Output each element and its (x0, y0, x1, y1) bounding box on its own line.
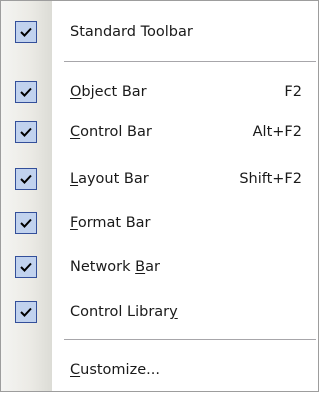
menu-item-control-library[interactable]: Control Library (1, 292, 318, 332)
network-bar-checkbox (15, 256, 37, 278)
menu-item-label: Format Bar (70, 215, 151, 231)
check-icon (20, 262, 32, 272)
control-library-checkbox (15, 301, 37, 323)
view-toolbars-menu: Standard Toolbar Object Bar F2 Control B… (0, 0, 319, 392)
menu-item-standard-toolbar[interactable]: Standard Toolbar (1, 12, 318, 52)
menu-item-label: Standard Toolbar (70, 24, 193, 40)
menu-item-object-bar[interactable]: Object Bar F2 (1, 72, 318, 112)
menu-item-control-bar[interactable]: Control Bar Alt+F2 (1, 112, 318, 152)
menu-item-label: Customize... (70, 362, 160, 378)
control-bar-checkbox (15, 121, 37, 143)
check-icon (20, 87, 32, 97)
menu-item-label: Layout Bar (70, 171, 149, 187)
menu-separator (64, 339, 316, 340)
check-icon (20, 307, 32, 317)
check-icon (20, 127, 32, 137)
menu-item-shortcut: F2 (284, 84, 302, 100)
menu-item-shortcut: Shift+F2 (239, 171, 302, 187)
menu-item-shortcut: Alt+F2 (252, 124, 302, 140)
standard-toolbar-checkbox (15, 21, 37, 43)
format-bar-checkbox (15, 212, 37, 234)
menu-item-label: Network Bar (70, 259, 160, 275)
menu-item-label: Control Bar (70, 124, 152, 140)
check-icon (20, 27, 32, 37)
menu-separator (64, 61, 316, 62)
layout-bar-checkbox (15, 168, 37, 190)
menu-item-label: Object Bar (70, 84, 147, 100)
check-icon (20, 218, 32, 228)
menu-item-customize[interactable]: Customize... (1, 350, 318, 390)
menu-item-layout-bar[interactable]: Layout Bar Shift+F2 (1, 159, 318, 199)
object-bar-checkbox (15, 81, 37, 103)
menu-item-label: Control Library (70, 304, 178, 320)
menu-item-network-bar[interactable]: Network Bar (1, 247, 318, 287)
check-icon (20, 174, 32, 184)
menu-item-format-bar[interactable]: Format Bar (1, 203, 318, 243)
